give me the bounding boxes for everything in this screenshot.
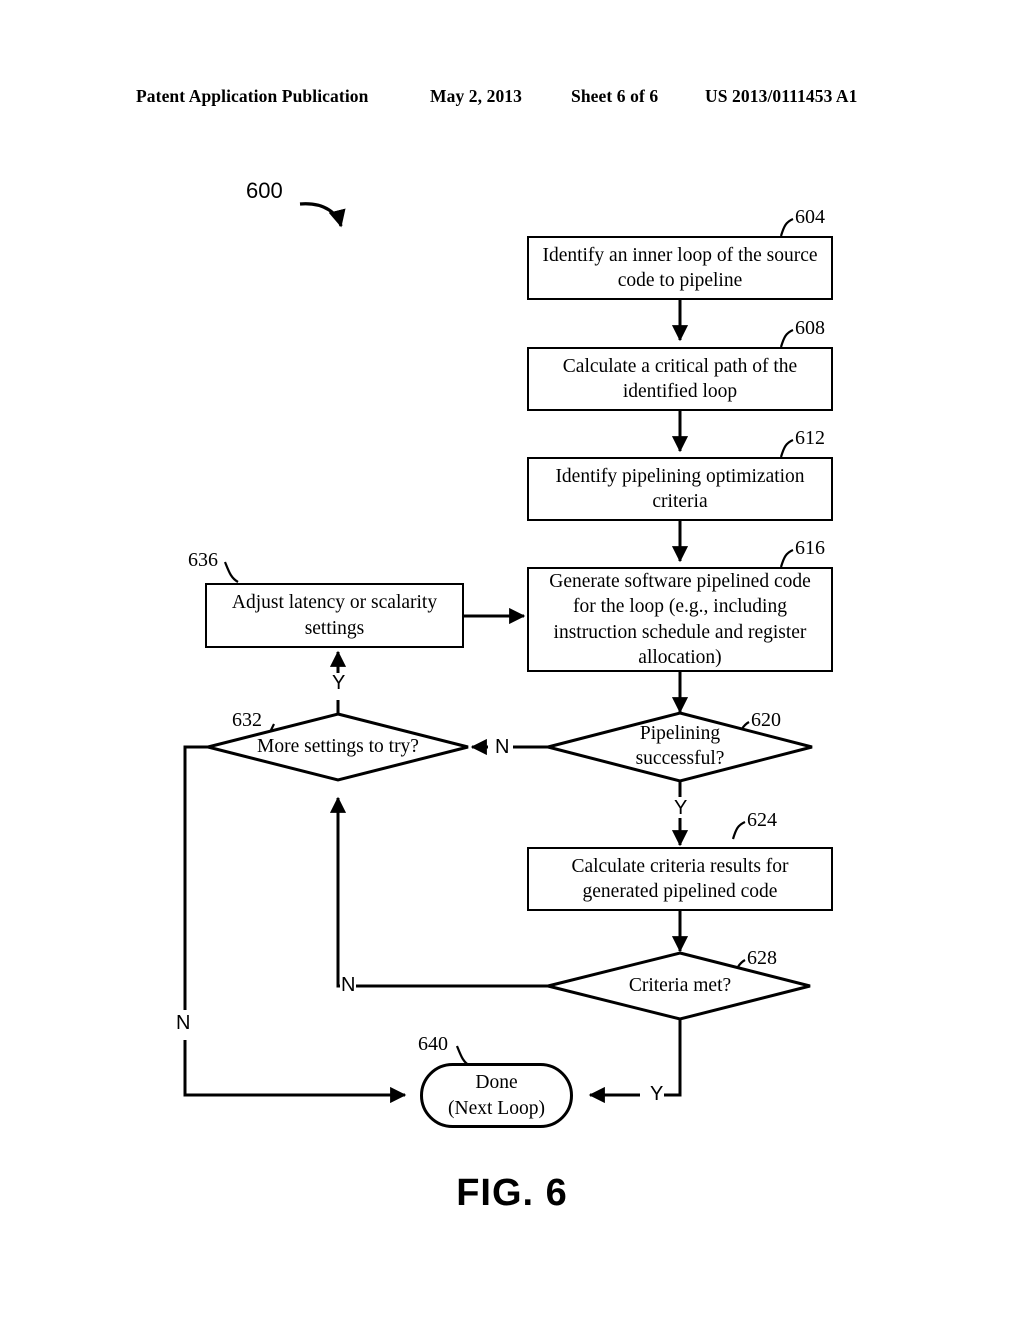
branch-label-628-no: N [340, 974, 357, 996]
decision-label-628: Criteria met? [600, 956, 760, 1016]
reference-numeral-608: 608 [795, 317, 825, 339]
connector-632-640-a [183, 745, 208, 1010]
decision-label-620-line1: Pipelining [639, 723, 721, 745]
decision-label-632-line1: More settings to try? [257, 735, 419, 757]
process-box-616-line1: Generate software pipelined code [549, 570, 811, 592]
header-publication: Patent Application Publication [136, 86, 369, 106]
connector-628-640-a [664, 1018, 682, 1097]
lead-line-608 [779, 328, 794, 348]
lead-line-624 [731, 820, 746, 840]
connector-632-640-b [183, 1040, 407, 1104]
lead-line-616 [779, 548, 794, 568]
terminal-box-640-line2: (Next Loop) [448, 1097, 545, 1119]
process-box-604-line2: code to pipeline [617, 270, 743, 291]
decision-label-628-line1: Criteria met? [628, 974, 732, 996]
decision-label-632: More settings to try? [238, 717, 438, 777]
figure-reference-600: 600 [246, 178, 283, 203]
process-box-616: Generate software pipelined code for the… [527, 567, 833, 672]
lead-line-620 [733, 721, 750, 745]
reference-numeral-628: 628 [747, 947, 777, 969]
branch-label-620-yes: Y [673, 797, 689, 819]
reference-numeral-624: 624 [747, 809, 777, 831]
terminal-box-640: Done (Next Loop) [420, 1063, 573, 1128]
header-publication-number: US 2013/0111453 A1 [705, 86, 858, 106]
branch-label-620-no: N [494, 736, 511, 758]
terminal-box-640-line1: Done [475, 1072, 518, 1094]
process-box-604-line1: Identify an inner loop of the source [542, 244, 818, 266]
process-box-624: Calculate criteria results for generated… [527, 847, 833, 911]
process-box-636: Adjust latency or scalarity settings [205, 583, 464, 648]
reference-numeral-640: 640 [418, 1033, 448, 1055]
decision-label-620: Pipelining successful? [600, 716, 760, 778]
decision-label-620-line2: successful? [635, 748, 725, 769]
patent-figure-page: Patent Application Publication May 2, 20… [0, 0, 1024, 1320]
branch-label-632-no: N [175, 1012, 192, 1034]
branch-label-632-yes: Y [331, 672, 347, 694]
header-date: May 2, 2013 [430, 86, 522, 106]
reference-numeral-636: 636 [188, 549, 218, 571]
figure-caption: FIG. 6 [456, 1172, 568, 1214]
process-box-616-line3: instruction schedule and register [553, 621, 807, 643]
lead-line-628 [729, 959, 746, 983]
process-box-608-line1: Calculate a critical path of the [562, 355, 798, 377]
process-box-616-line2: for the loop (e.g., including [573, 596, 787, 618]
process-box-624-line1: Calculate criteria results for [571, 855, 789, 877]
reference-numeral-620: 620 [751, 709, 781, 731]
reference-numeral-616: 616 [795, 537, 825, 559]
process-box-616-line4: allocation) [638, 646, 722, 668]
process-box-612-line1: Identify pipelining optimization [555, 465, 805, 487]
connector-628-632 [329, 796, 548, 988]
reference-numeral-604: 604 [795, 206, 825, 228]
process-box-608: Calculate a critical path of the identif… [527, 347, 833, 411]
process-box-636-line2: settings [304, 617, 365, 639]
header-sheet: Sheet 6 of 6 [571, 86, 659, 106]
process-box-604: Identify an inner loop of the source cod… [527, 236, 833, 300]
process-box-608-line2: identified loop [622, 381, 738, 402]
lead-line-600 [299, 202, 346, 228]
process-box-636-line1: Adjust latency or scalarity [231, 592, 438, 614]
process-box-612: Identify pipelining optimization criteri… [527, 457, 833, 521]
process-box-624-line2: generated pipelined code [582, 881, 778, 902]
lead-line-612 [779, 438, 794, 458]
page-header: Patent Application Publication May 2, 20… [0, 86, 1024, 112]
reference-numeral-612: 612 [795, 427, 825, 449]
lead-line-636 [223, 561, 239, 583]
process-box-612-line2: criteria [652, 491, 708, 512]
lead-line-604 [779, 217, 794, 237]
reference-numeral-632: 632 [232, 709, 262, 731]
branch-label-628-yes: Y [649, 1083, 665, 1105]
